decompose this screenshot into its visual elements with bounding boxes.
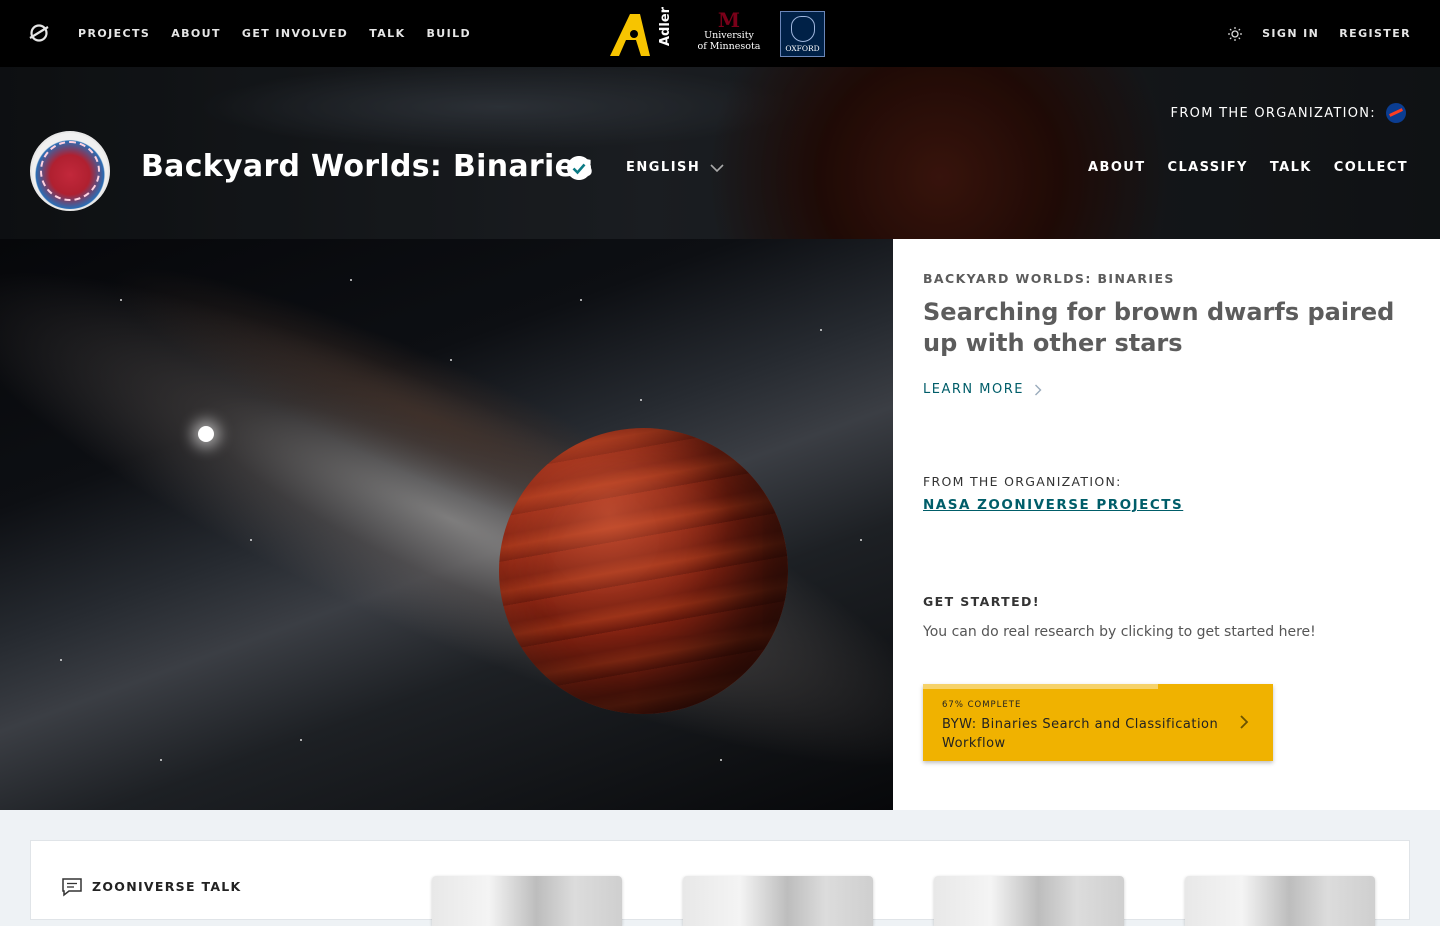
chevron-right-icon — [1034, 384, 1042, 395]
umn-line2: of Minnesota — [697, 41, 761, 52]
chevron-right-icon — [1240, 715, 1249, 729]
umn-line1: University — [704, 30, 754, 41]
verified-check-icon — [567, 156, 591, 180]
oxford-crest-icon — [790, 16, 815, 42]
nasa-logo-icon — [1386, 103, 1406, 123]
adler-text: Adler — [658, 6, 673, 46]
chevron-down-icon — [710, 163, 724, 172]
avatar-ring — [40, 141, 100, 201]
talk-section: ZOONIVERSE TALK — [30, 840, 1410, 926]
intro-kicker: BACKYARD WORLDS: BINARIES — [923, 271, 1175, 286]
oxford-logo[interactable]: OXFORD — [780, 11, 825, 57]
language-selector[interactable]: ENGLISH — [626, 160, 724, 175]
project-nav-talk[interactable]: TALK — [1270, 160, 1312, 175]
sign-in-link[interactable]: SIGN IN — [1262, 27, 1319, 40]
learn-more-link[interactable]: LEARN MORE — [923, 382, 1042, 397]
header-org-label: FROM THE ORGANIZATION: — [1170, 105, 1376, 121]
intro-headline: Searching for brown dwarfs paired up wit… — [923, 298, 1395, 357]
workflow-percent: 67% COMPLETE — [942, 700, 1022, 710]
partner-logos: Adler M University of Minnesota OXFORD — [608, 6, 825, 58]
project-header: Backyard Worlds: Binaries ENGLISH FROM T… — [0, 67, 1440, 239]
project-nav-classify[interactable]: CLASSIFY — [1168, 160, 1248, 175]
talk-thumbnail[interactable] — [432, 876, 622, 926]
project-nav-collect[interactable]: COLLECT — [1334, 160, 1408, 175]
nav-build[interactable]: BUILD — [427, 27, 472, 40]
project-nav: ABOUT CLASSIFY TALK COLLECT — [1088, 160, 1408, 175]
talk-label: ZOONIVERSE TALK — [92, 879, 242, 894]
talk-bubble-icon — [62, 878, 82, 897]
org-link[interactable]: NASA ZOONIVERSE PROJECTS — [923, 497, 1183, 513]
talk-thumbnail[interactable] — [934, 876, 1124, 926]
get-started-description: You can do real research by clicking to … — [923, 624, 1316, 640]
hero-background-image — [0, 239, 893, 810]
bright-star — [198, 426, 214, 442]
nav-about[interactable]: ABOUT — [171, 27, 221, 40]
sun-icon[interactable] — [1228, 26, 1243, 41]
oxford-text: OXFORD — [785, 44, 820, 53]
header-org-link[interactable]: FROM THE ORGANIZATION: — [1171, 103, 1406, 123]
account-nav: SIGN IN REGISTER — [1228, 0, 1411, 67]
workflow-button[interactable]: 67% COMPLETE BYW: Binaries Search and Cl… — [923, 684, 1273, 761]
nav-talk[interactable]: TALK — [369, 27, 405, 40]
site-nav: PROJECTS ABOUT GET INVOLVED TALK BUILD — [78, 0, 471, 67]
adler-planetarium-logo[interactable]: Adler — [608, 6, 678, 58]
umn-m-icon: M — [717, 8, 741, 32]
project-intro-panel: BACKYARD WORLDS: BINARIES Searching for … — [893, 239, 1440, 810]
project-nav-about[interactable]: ABOUT — [1088, 160, 1145, 175]
get-started-heading: GET STARTED! — [923, 594, 1040, 609]
org-label: FROM THE ORGANIZATION: — [923, 474, 1122, 489]
umn-logo[interactable]: M University of Minnesota — [692, 10, 766, 58]
learn-more-label: LEARN MORE — [923, 382, 1024, 397]
brown-dwarf-planet — [499, 428, 788, 714]
register-link[interactable]: REGISTER — [1339, 27, 1411, 40]
zooniverse-logo-icon[interactable] — [28, 22, 50, 44]
project-title[interactable]: Backyard Worlds: Binaries — [141, 149, 593, 184]
language-label: ENGLISH — [626, 160, 701, 175]
nav-projects[interactable]: PROJECTS — [78, 27, 150, 40]
site-header: PROJECTS ABOUT GET INVOLVED TALK BUILD A… — [0, 0, 1440, 67]
workflow-name: BYW: Binaries Search and Classification … — [942, 717, 1219, 751]
project-avatar[interactable] — [30, 131, 110, 211]
nav-get-involved[interactable]: GET INVOLVED — [242, 27, 348, 40]
talk-thumbnail[interactable] — [1185, 876, 1375, 926]
talk-thumbnail[interactable] — [683, 876, 873, 926]
workflow-progress-bar — [923, 684, 1158, 689]
